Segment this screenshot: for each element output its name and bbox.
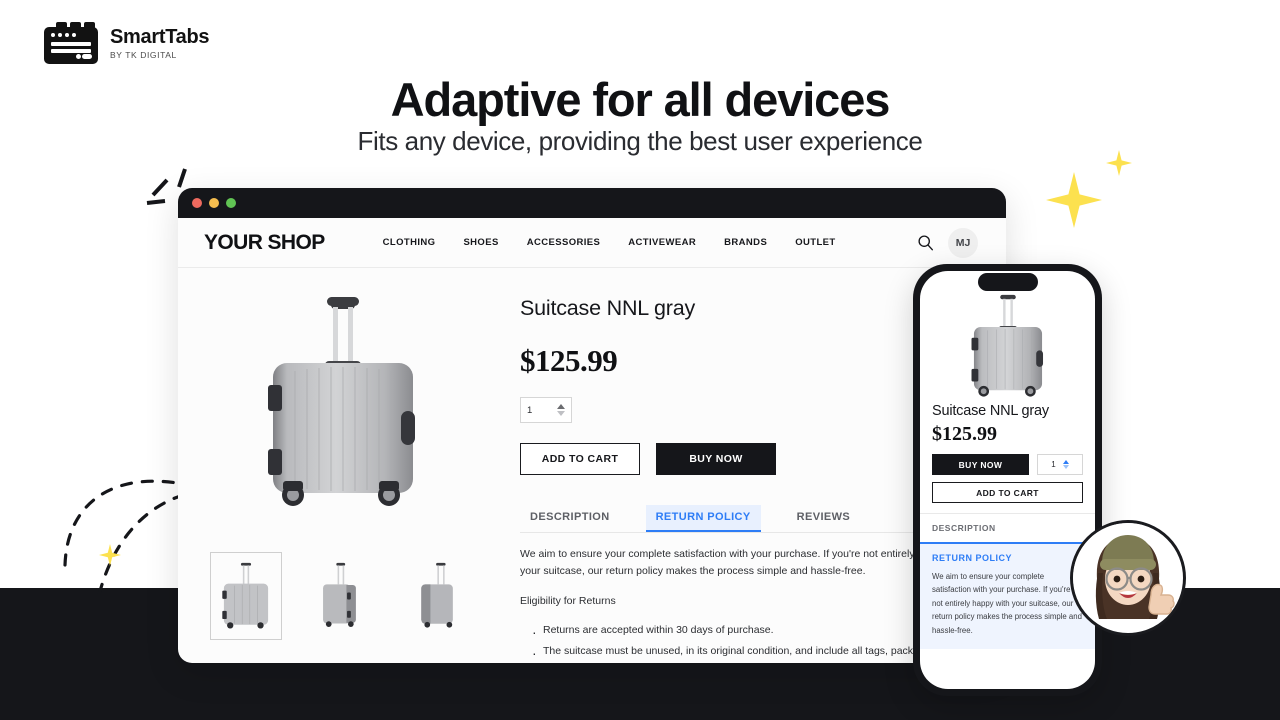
add-to-cart-button[interactable]: ADD TO CART <box>520 443 640 475</box>
buy-now-button[interactable]: BUY NOW <box>656 443 776 475</box>
stepper-arrows-icon[interactable] <box>557 404 565 416</box>
nav-link-brands[interactable]: BRANDS <box>724 237 767 248</box>
thumbnail-suitcase-front[interactable] <box>210 552 282 640</box>
product-gallery <box>178 282 508 663</box>
phone-stepper-arrows-icon[interactable] <box>1062 460 1069 469</box>
brand-tagline: BY TK DIGITAL <box>110 49 177 60</box>
nav-link-accessories[interactable]: ACCESSORIES <box>527 237 601 248</box>
brand-lockup: SmartTabs BY TK DIGITAL <box>44 22 209 64</box>
nav-link-outlet[interactable]: OUTLET <box>795 237 835 248</box>
phone-product-price: $125.99 <box>932 423 997 445</box>
phone-mockup: Suitcase NNL gray $125.99 BUY NOW 1 ADD … <box>913 264 1102 696</box>
memoji-thumbs-up-icon <box>1070 520 1186 636</box>
phone-accordion-return-policy[interactable]: RETURN POLICY We aim to ensure your comp… <box>920 542 1095 650</box>
phone-notch <box>977 273 1038 291</box>
sparkle-large-icon <box>1046 172 1102 228</box>
phone-product-actions: BUY NOW 1 <box>920 446 1095 475</box>
close-traffic-light-icon[interactable] <box>192 198 202 208</box>
thumbnail-suitcase-back[interactable] <box>402 552 474 640</box>
page-subtitle: Fits any device, providing the best user… <box>357 126 923 156</box>
browser-titlebar <box>178 188 1006 218</box>
browser-viewport: YOUR SHOP CLOTHING SHOES ACCESSORIES ACT… <box>178 218 1006 663</box>
phone-quantity-value: 1 <box>1051 460 1056 469</box>
sparkle-left-icon <box>99 544 121 566</box>
thumbnail-suitcase-angle[interactable] <box>306 552 378 640</box>
brand-name: SmartTabs <box>110 25 210 48</box>
browser-tabs-icon <box>44 22 98 64</box>
tab-description[interactable]: DESCRIPTION <box>520 505 620 532</box>
browser-window-mockup: YOUR SHOP CLOTHING SHOES ACCESSORIES ACT… <box>178 188 1006 663</box>
nav-link-activewear[interactable]: ACTIVEWEAR <box>628 237 696 248</box>
shop-navbar: YOUR SHOP CLOTHING SHOES ACCESSORIES ACT… <box>178 218 1006 268</box>
quantity-stepper[interactable]: 1 <box>520 397 572 423</box>
shop-nav-links: CLOTHING SHOES ACCESSORIES ACTIVEWEAR BR… <box>383 237 836 248</box>
search-icon[interactable] <box>917 234 934 251</box>
tab-reviews[interactable]: REVIEWS <box>787 505 861 532</box>
minimize-traffic-light-icon[interactable] <box>209 198 219 208</box>
avatar[interactable]: MJ <box>948 227 978 258</box>
phone-accordion-description[interactable]: DESCRIPTION <box>920 514 1095 542</box>
quantity-value: 1 <box>527 404 533 416</box>
nav-link-clothing[interactable]: CLOTHING <box>383 237 436 248</box>
shop-logo[interactable]: YOUR SHOP <box>204 231 325 255</box>
phone-accordion-return-policy-label: RETURN POLICY <box>932 553 1013 563</box>
page-canvas: SmartTabs BY TK DIGITAL Adaptive for all… <box>0 0 1280 720</box>
phone-viewport: Suitcase NNL gray $125.99 BUY NOW 1 ADD … <box>920 271 1095 689</box>
phone-add-to-cart-button[interactable]: ADD TO CART <box>932 482 1083 503</box>
product-main-image[interactable] <box>178 286 508 518</box>
phone-buy-now-button[interactable]: BUY NOW <box>932 454 1029 475</box>
page-title: Adaptive for all devices <box>390 73 891 126</box>
phone-product-title: Suitcase NNL gray <box>932 403 1049 419</box>
maximize-traffic-light-icon[interactable] <box>226 198 236 208</box>
product-detail-page: Suitcase NNL gray $125.99 1 ADD TO CART … <box>178 268 1006 663</box>
product-thumbnail-strip <box>178 552 508 640</box>
phone-accordion-return-policy-body: We aim to ensure your complete satisfact… <box>932 572 1082 635</box>
nav-link-shoes[interactable]: SHOES <box>463 237 498 248</box>
tab-return-policy[interactable]: RETURN POLICY <box>645 505 761 532</box>
phone-quantity-stepper[interactable]: 1 <box>1037 454 1083 475</box>
navbar-actions: MJ <box>917 227 978 258</box>
